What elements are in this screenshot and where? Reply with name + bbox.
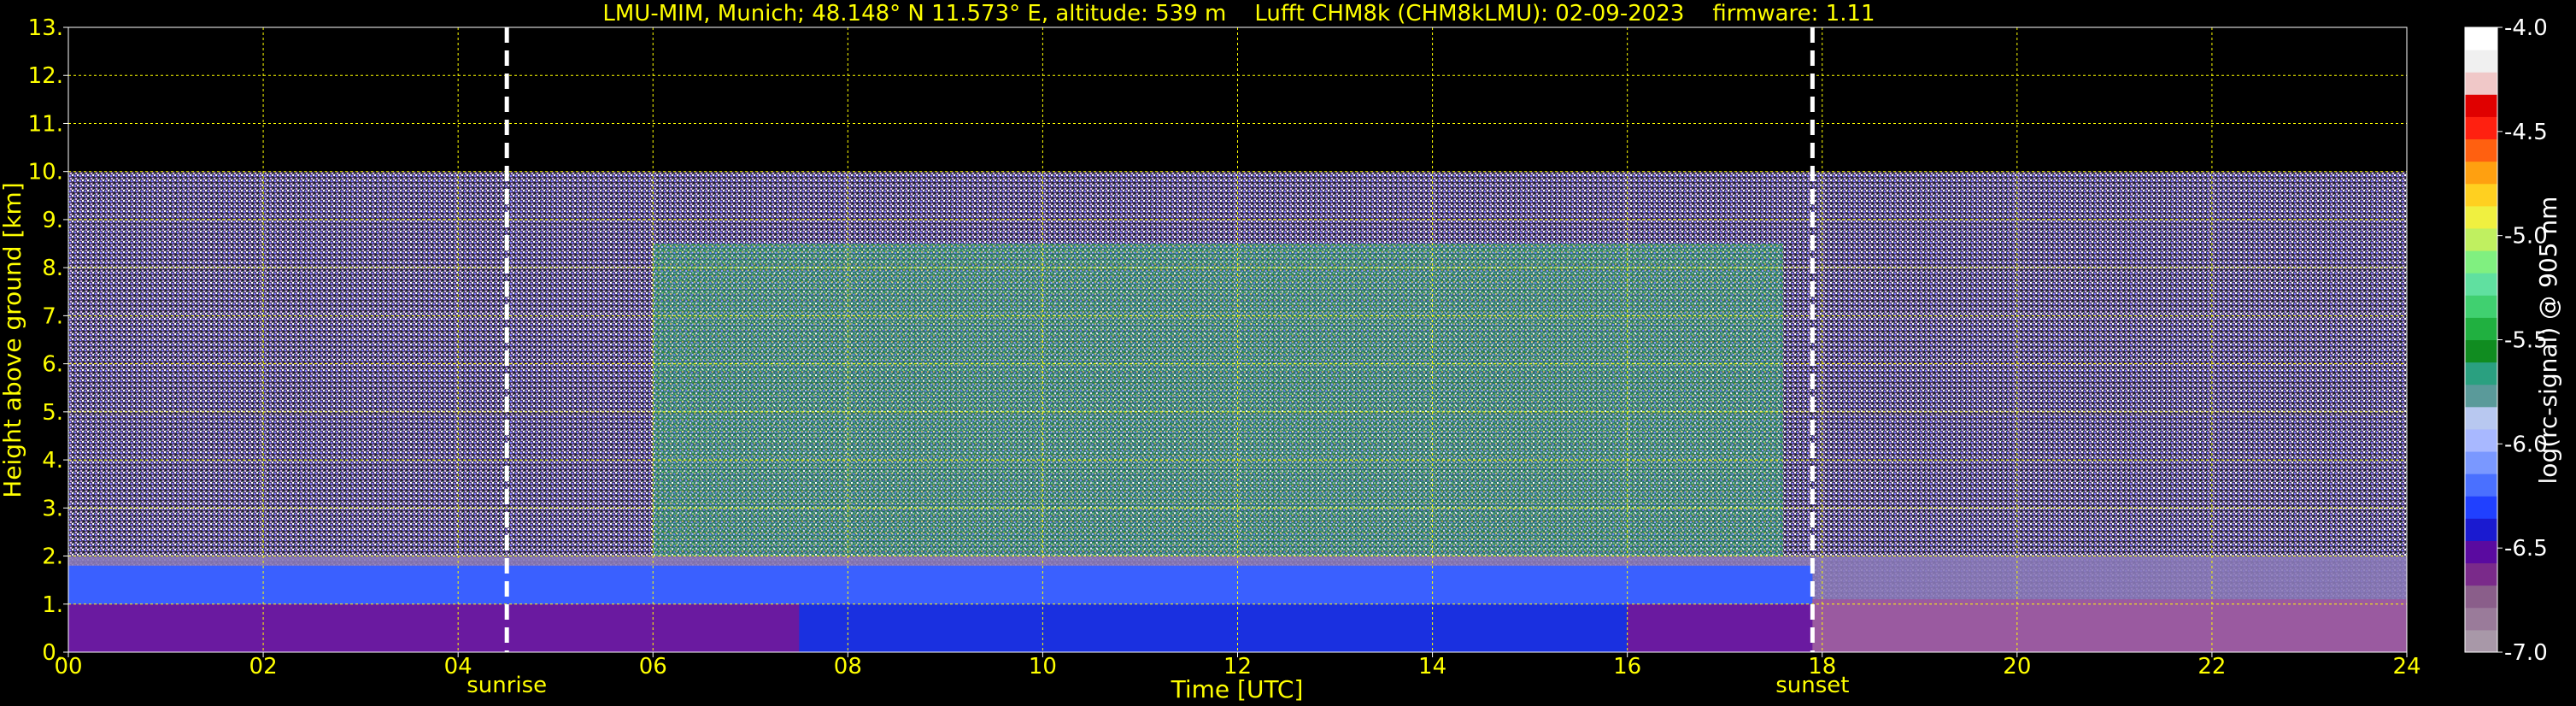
event-label-sunrise: sunrise: [466, 673, 547, 698]
colorbar-segment: [2465, 451, 2497, 474]
colorbar-segment: [2465, 428, 2497, 452]
x-tick-label: 08: [834, 654, 862, 680]
event-label-sunset: sunset: [1775, 673, 1849, 698]
colorbar-segment: [2465, 94, 2497, 117]
colorbar-segment: [2465, 362, 2497, 385]
y-tick-label: 12.: [28, 63, 63, 89]
y-tick-label: 4.: [42, 448, 63, 474]
ceilometer-chart: LMU-MIM, Munich; 48.148° N 11.573° E, al…: [0, 1, 2562, 703]
y-tick-label: 9.: [42, 208, 63, 233]
mixing-layer: [799, 603, 1628, 652]
colorbar-segment: [2465, 339, 2497, 363]
colorbar-segment: [2465, 295, 2497, 318]
y-axis-ticks: 0. 1. 2. 3. 4. 5. 6. 7. 8. 9. 10. 11. 12. 13.: [28, 15, 68, 666]
x-tick-label: 02: [249, 654, 278, 680]
y-tick-label: 3.: [42, 496, 63, 521]
y-tick-label: 1.: [42, 592, 63, 618]
colorbar-segment: [2465, 474, 2497, 497]
colorbar-segment: [2465, 205, 2497, 229]
y-tick-label: 2.: [42, 544, 63, 570]
colorbar-tick-label: -4.5: [2504, 120, 2548, 145]
colorbar-segment: [2465, 50, 2497, 73]
colorbar-segment: [2465, 116, 2497, 140]
colorbar-segment: [2465, 273, 2497, 296]
x-tick-label: 22: [2198, 654, 2226, 680]
night-residual-layer: [1812, 599, 2407, 652]
x-tick-label: 16: [1613, 654, 1641, 680]
colorbar-segment: [2465, 540, 2497, 564]
x-tick-label: 14: [1418, 654, 1446, 680]
y-tick-label: 11.: [28, 111, 63, 137]
colorbar-segment: [2465, 317, 2497, 340]
x-tick-label: 10: [1029, 654, 1057, 680]
daytime-signal-region: [653, 244, 1784, 556]
colorbar-segment: [2465, 629, 2497, 653]
chart-title: LMU-MIM, Munich; 48.148° N 11.573° E, al…: [602, 1, 1875, 26]
colorbar-segment: [2465, 227, 2497, 251]
y-tick-label: 0.: [42, 640, 63, 666]
y-tick-label: 8.: [42, 256, 63, 281]
y-tick-label: 7.: [42, 303, 63, 329]
x-tick-label: 24: [2392, 654, 2421, 680]
colorbar-segment: [2465, 384, 2497, 408]
colorbar-segments: [2465, 27, 2497, 653]
colorbar-segment: [2465, 72, 2497, 95]
y-axis-label: Height above ground [km]: [0, 182, 26, 498]
colorbar-label: log(rc-signal) @ 905 nm: [2534, 197, 2562, 485]
colorbar-segment: [2465, 562, 2497, 586]
y-tick-label: 6.: [42, 352, 63, 378]
colorbar-segment: [2465, 250, 2497, 274]
colorbar-segment: [2465, 496, 2497, 519]
y-tick-label: 10.: [28, 160, 63, 185]
colorbar-segment: [2465, 138, 2497, 162]
colorbar-segment: [2465, 518, 2497, 541]
colorbar-segment: [2465, 607, 2497, 631]
colorbar-segment: [2465, 585, 2497, 609]
colorbar-tick-label: -4.0: [2504, 15, 2548, 41]
colorbar-segment: [2465, 27, 2497, 50]
x-tick-label: 06: [639, 654, 667, 680]
colorbar-tick-label: -7.0: [2504, 640, 2548, 666]
x-axis-label: Time [UTC]: [1171, 675, 1304, 703]
y-tick-label: 13.: [28, 15, 63, 41]
colorbar-segment: [2465, 406, 2497, 430]
colorbar-segment: [2465, 183, 2497, 207]
event-labels: sunrise sunset: [466, 673, 1849, 698]
colorbar: -4.0-4.5-5.0-5.5-6.0-6.5-7.0 log(rc-sign…: [2464, 15, 2562, 666]
colorbar-segment: [2465, 161, 2497, 185]
y-tick-label: 5.: [42, 400, 63, 426]
plot-area: [67, 26, 2408, 653]
x-tick-label: 20: [2003, 654, 2031, 680]
colorbar-tick-label: -6.5: [2504, 536, 2548, 562]
